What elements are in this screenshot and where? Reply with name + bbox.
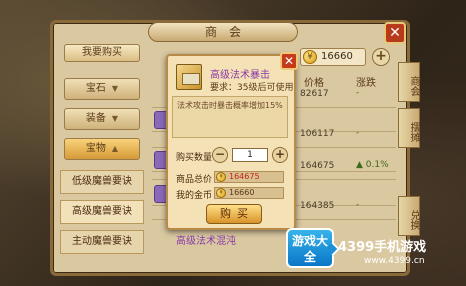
row-change-value: 0.1% <box>365 160 389 170</box>
row-price: 82617 <box>300 89 329 99</box>
my-coins-value: ¥16660 <box>214 187 284 199</box>
side-tab-stall[interactable]: 摆摊 <box>398 108 420 148</box>
side-tab-shop[interactable]: 商会 <box>398 62 420 102</box>
shop-close-button[interactable]: ✕ <box>384 22 406 44</box>
add-coins-button[interactable]: + <box>372 48 390 66</box>
site-logo-badge: 游戏大全 <box>286 228 334 268</box>
total-price-amount: 164675 <box>229 172 260 181</box>
total-price-label: 商品总价 <box>176 175 213 185</box>
chevron-down-icon: ▼ <box>111 84 119 93</box>
subitem-low-skill[interactable]: 低级魔兽要诀 <box>60 170 144 194</box>
item-name: 高级法术暴击 <box>210 70 270 81</box>
category-label: 装备 <box>85 113 106 124</box>
total-price-value: ¥164675 <box>214 171 284 183</box>
qty-label: 购买数量 <box>176 153 213 163</box>
scroll-icon <box>176 64 202 90</box>
list-item-name: 高级法术混沌 <box>176 236 236 247</box>
subitem-high-skill[interactable]: 高级魔兽要诀 <box>60 200 144 224</box>
close-icon: ✕ <box>283 54 295 68</box>
row-change: - <box>356 200 360 210</box>
coin-icon: ¥ <box>216 188 226 198</box>
subitem-active-skill[interactable]: 主动魔兽要诀 <box>60 230 144 254</box>
qty-increase-button[interactable]: + <box>272 147 288 163</box>
row-change: - <box>356 128 360 138</box>
side-tab-exchange[interactable]: 兑换 <box>398 196 420 236</box>
category-equipment[interactable]: 装备 ▼ <box>64 108 140 130</box>
category-label: 宝石 <box>85 83 106 94</box>
qty-decrease-button[interactable]: − <box>212 147 228 163</box>
row-change: ▲ 0.1% <box>356 160 389 170</box>
qty-input[interactable]: 1 <box>232 148 268 162</box>
chevron-up-icon: ▲ <box>111 144 119 153</box>
shop-title: 商会 <box>148 22 298 42</box>
category-gems[interactable]: 宝石 ▼ <box>64 78 140 100</box>
buy-button[interactable]: 购买 <box>206 204 262 224</box>
row-price: 106117 <box>300 129 335 139</box>
coin-balance: ¥ 16660 <box>300 48 366 66</box>
close-icon: ✕ <box>389 25 401 41</box>
row-price: 164675 <box>300 161 335 171</box>
buy-tab[interactable]: 我要购买 <box>64 44 140 62</box>
item-description: 法术攻击时暴击概率增加15% <box>172 96 288 138</box>
coin-icon: ¥ <box>216 172 226 182</box>
category-treasure[interactable]: 宝物 ▲ <box>64 138 140 160</box>
site-logo-name: 4399手机游戏 <box>338 240 427 255</box>
coin-balance-value: 16660 <box>321 51 353 62</box>
my-coins-amount: 16660 <box>229 188 255 197</box>
arrow-up-icon: ▲ <box>356 160 363 170</box>
row-change: - <box>356 88 360 98</box>
row-price: 164385 <box>300 201 335 211</box>
item-requirement: 要求：35级后可使用 <box>210 83 294 93</box>
my-coins-label: 我的金币 <box>176 191 213 201</box>
site-logo-url: www.4399.cn <box>364 256 425 266</box>
popup-close-button[interactable]: ✕ <box>280 52 298 70</box>
chevron-down-icon: ▼ <box>111 114 119 123</box>
coin-icon: ¥ <box>303 50 317 64</box>
category-label: 宝物 <box>85 143 106 154</box>
